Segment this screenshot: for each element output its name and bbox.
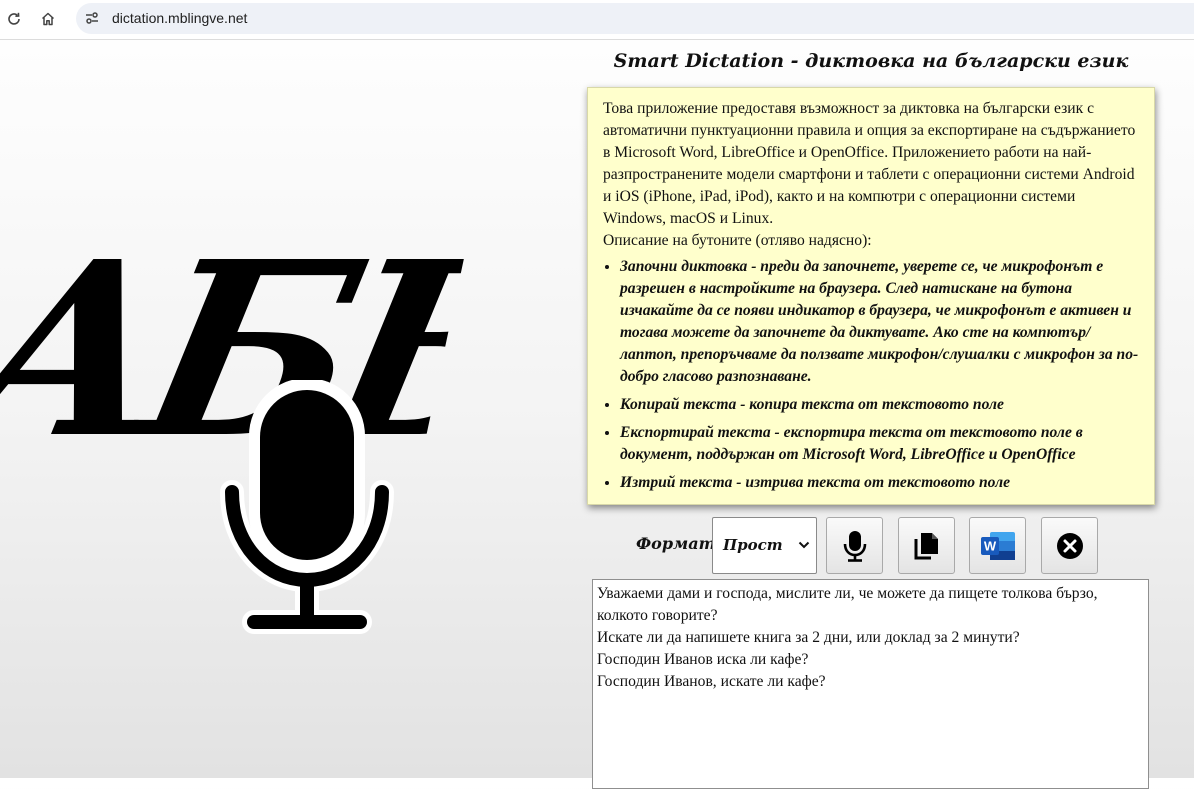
copy-icon	[914, 532, 938, 559]
info-box: Това приложение предоставя възможност за…	[587, 87, 1155, 505]
format-select[interactable]: Прост	[712, 517, 817, 574]
text-line: Уважаеми дами и господа, мислите ли, че …	[597, 585, 1098, 602]
word-icon: W	[980, 531, 1015, 560]
text-line: Господин Иванов иска ли кафе?	[597, 651, 809, 668]
url-text: dictation.mblingve.net	[112, 10, 248, 26]
microphone-logo-icon	[220, 380, 394, 634]
list-item: Копирай текста - копира текста от тексто…	[620, 394, 1140, 416]
list-item: Изтрий текста - изтрива текста от тексто…	[620, 472, 1140, 494]
format-label: Формат:	[636, 534, 722, 553]
reload-icon	[8, 12, 20, 25]
text-line: колкото говорите?	[597, 607, 718, 624]
list-item: Започни диктовка - преди да започнете, у…	[620, 256, 1140, 388]
reload-button[interactable]	[0, 5, 28, 33]
chevron-down-icon	[798, 541, 810, 549]
list-item: Експортирай текста - експортира текста о…	[620, 422, 1140, 466]
close-circle-icon	[1056, 532, 1083, 559]
text-line: Искате ли да напишете книга за 2 дни, ил…	[597, 629, 1020, 646]
copy-text-button[interactable]	[898, 517, 955, 574]
site-info-icon[interactable]	[84, 10, 100, 30]
address-bar[interactable]: dictation.mblingve.net	[76, 3, 1194, 34]
svg-text:W: W	[983, 538, 996, 553]
page-title: Smart Dictation - диктовка на български …	[613, 50, 1129, 72]
format-select-value: Прост	[723, 536, 783, 554]
logo: АБВ	[0, 230, 470, 634]
home-icon	[41, 12, 55, 26]
buttons-caption: Описание на бутоните (отляво надясно):	[603, 232, 872, 249]
browser-toolbar: dictation.mblingve.net	[0, 0, 1194, 40]
info-intro: Това приложение предоставя възможност за…	[603, 100, 1136, 227]
buttons-description-list: Започни диктовка - преди да започнете, у…	[603, 256, 1140, 494]
microphone-icon	[843, 530, 866, 562]
start-dictation-button[interactable]	[826, 517, 883, 574]
text-line: Господин Иванов, искате ли кафе?	[597, 673, 826, 690]
controls-bar: Формат: Прост W	[636, 517, 1106, 574]
dictation-textarea[interactable]: Уважаеми дами и господа, мислите ли, че …	[592, 579, 1149, 789]
home-button[interactable]	[34, 5, 62, 33]
delete-text-button[interactable]	[1041, 517, 1098, 574]
export-word-button[interactable]: W	[969, 517, 1026, 574]
